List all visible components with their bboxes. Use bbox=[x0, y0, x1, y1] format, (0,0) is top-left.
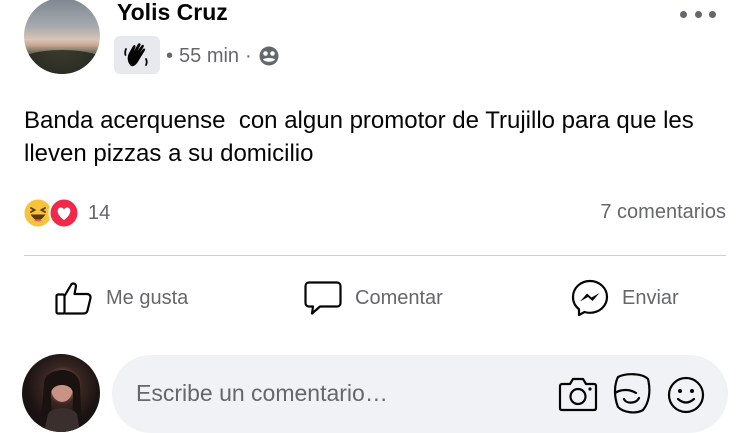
reaction-count: 14 bbox=[88, 201, 111, 224]
emoji-icon[interactable] bbox=[666, 375, 706, 415]
divider bbox=[24, 255, 726, 256]
profile-photo-icon bbox=[40, 370, 82, 432]
like-label: Me gusta bbox=[106, 286, 189, 309]
messenger-icon bbox=[571, 279, 609, 317]
more-dot bbox=[709, 10, 716, 18]
author-avatar[interactable] bbox=[24, 0, 100, 74]
current-user-avatar[interactable] bbox=[22, 354, 100, 432]
comment-placeholder[interactable]: Escribe un comentario… bbox=[136, 380, 388, 407]
post-meta: • 55 min · bbox=[166, 42, 280, 70]
comment-button[interactable]: Comentar bbox=[303, 276, 443, 320]
sticker-icon[interactable] bbox=[612, 371, 652, 415]
more-dot bbox=[680, 10, 687, 18]
love-reaction-icon bbox=[48, 197, 80, 229]
comment-count[interactable]: 7 comentarios bbox=[600, 201, 726, 224]
thumbs-up-icon bbox=[55, 282, 92, 315]
waving-hand-icon bbox=[124, 43, 148, 67]
post-text: Banda acerquense con algun promotor de T… bbox=[24, 107, 701, 167]
more-dot bbox=[694, 10, 702, 18]
send-label: Enviar bbox=[622, 286, 679, 309]
reactions-summary[interactable]: 14 bbox=[22, 197, 110, 229]
author-name[interactable]: Yolis Cruz bbox=[117, 0, 228, 26]
camera-icon[interactable] bbox=[558, 375, 598, 413]
more-options-button[interactable] bbox=[680, 6, 716, 22]
separator-dot: · bbox=[245, 44, 252, 67]
comment-bubble-icon bbox=[304, 281, 342, 315]
post-time[interactable]: 55 min bbox=[179, 45, 239, 68]
comment-label: Comentar bbox=[355, 286, 443, 309]
waving-hand-badge[interactable] bbox=[114, 36, 160, 74]
public-globe-icon[interactable] bbox=[258, 45, 280, 67]
send-button[interactable]: Enviar bbox=[570, 276, 679, 320]
like-button[interactable]: Me gusta bbox=[54, 276, 188, 320]
separator-dot: • bbox=[166, 44, 174, 67]
